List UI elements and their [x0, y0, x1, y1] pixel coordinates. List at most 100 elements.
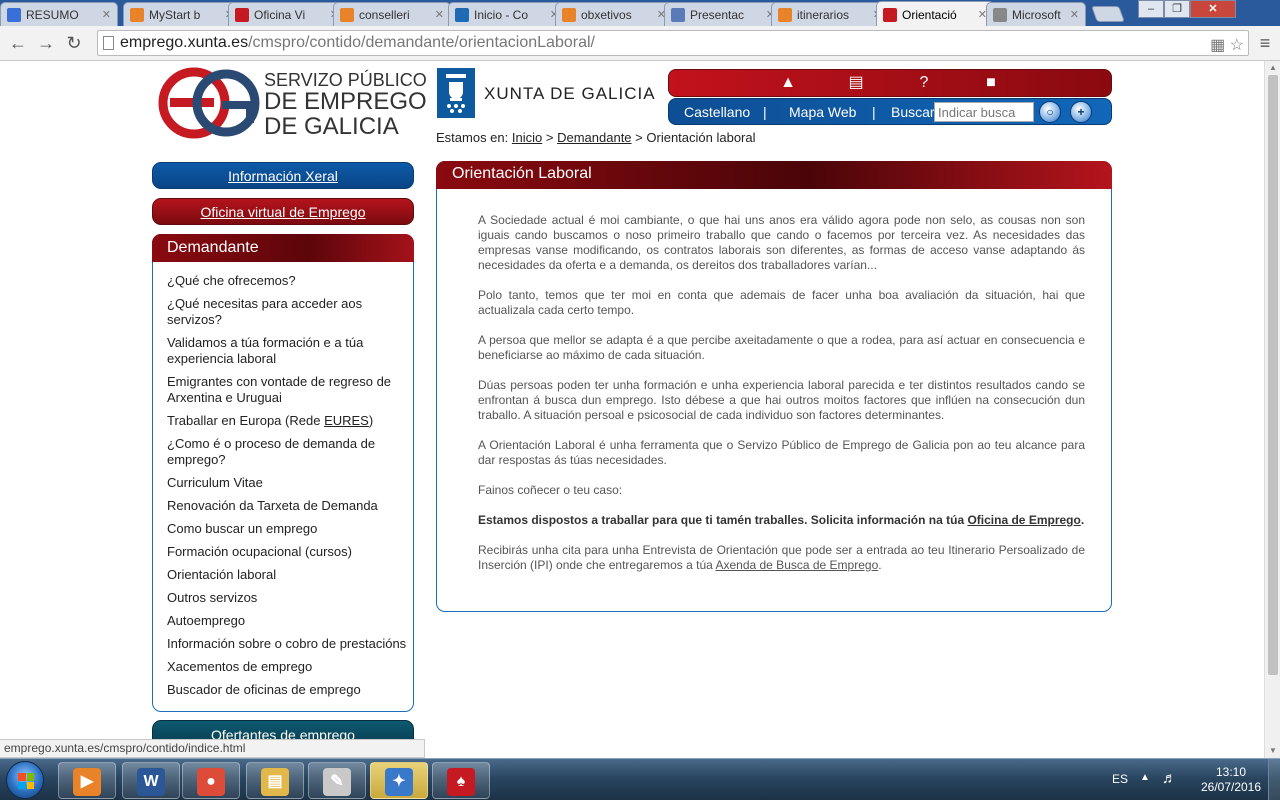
xunta-logo[interactable]: XUNTA DE GALICIA [437, 68, 655, 120]
speg-logo[interactable]: SERVIZO PÚBLICO DE EMPREGO DE GALICIA [158, 67, 427, 139]
bookmark-star-icon[interactable]: ☆ [1230, 37, 1244, 54]
advanced-search-icon[interactable]: + [1070, 101, 1092, 123]
reload-icon[interactable]: ↻ [62, 31, 86, 55]
virtual-office-button[interactable]: Oficina virtual de Emprego [152, 198, 414, 225]
sidebar-item[interactable]: Formación ocupacional (cursos) [167, 544, 407, 560]
article-paragraph: A Sociedade actual é moi cambiante, o qu… [478, 213, 1085, 272]
search-input[interactable] [934, 102, 1034, 122]
sidebar-item-europe[interactable]: Traballar en Europa (Rede EURES) [167, 413, 407, 429]
taskbar-app-button[interactable]: ● [182, 762, 240, 799]
restore-window-icon[interactable]: ❐ [1164, 0, 1190, 18]
sidebar-item[interactable]: Orientación laboral [167, 567, 407, 583]
general-info-button[interactable]: Información Xeral [152, 162, 414, 189]
sidebar-item[interactable]: Renovación da Tarxeta de Demanda [167, 498, 407, 514]
shopping-cart-icon[interactable]: ▤ [845, 73, 867, 93]
browser-tab[interactable]: obxetivos ✕ [555, 2, 673, 26]
minimize-window-icon[interactable]: – [1138, 0, 1164, 18]
eures-link[interactable]: EURES [324, 413, 369, 428]
browser-tab[interactable]: itinerarios✕ [771, 2, 889, 26]
demandante-menu-title: Demandante [152, 234, 414, 262]
breadcrumb-current: Orientación laboral [646, 130, 756, 145]
job-search-agenda-link[interactable]: Axenda de Busca de Emprego [715, 558, 878, 572]
clock-time: 13:10 [1215, 765, 1247, 779]
logo-wordmark: SERVIZO PÚBLICO DE EMPREGO DE GALICIA [264, 71, 427, 139]
site-map-link[interactable]: Mapa Web [789, 104, 856, 120]
browser-tab[interactable]: MyStart b✕ [123, 2, 241, 26]
taskbar-app-button[interactable]: ✎ [308, 762, 366, 799]
volume-icon[interactable]: ♬ [1162, 770, 1177, 787]
start-button[interactable] [6, 761, 44, 799]
close-tab-icon[interactable]: ✕ [102, 8, 111, 21]
sidebar-item[interactable]: Emigrantes con vontade de regreso de Arx… [167, 374, 407, 406]
scrollbar-thumb[interactable] [1268, 75, 1278, 675]
sidebar-item[interactable]: Outros servizos [167, 590, 407, 606]
page-info-icon[interactable] [103, 36, 114, 50]
help-icon[interactable]: ? [913, 73, 935, 93]
scroll-down-icon[interactable]: ▼ [1265, 744, 1280, 758]
scroll-up-icon[interactable]: ▲ [1265, 61, 1280, 75]
sidebar-item[interactable]: Curriculum Vitae [167, 475, 407, 491]
logo-line-2: DE EMPREGO [264, 88, 427, 115]
taskbar-app-button[interactable]: ✦ [370, 762, 428, 799]
system-clock[interactable]: 13:10 26/07/2016 [1186, 765, 1276, 795]
taskbar-app-button[interactable]: ♠ [432, 762, 490, 799]
demandante-menu-box: Demandante ¿Qué che ofrecemos? ¿Qué nece… [152, 234, 414, 712]
breadcrumb-demandante-link[interactable]: Demandante [557, 130, 631, 145]
article-paragraph: Fainos coñecer o teu caso: [478, 483, 623, 497]
close-tab-icon[interactable]: ✕ [435, 8, 444, 21]
sidebar-item[interactable]: Autoemprego [167, 613, 407, 629]
taskbar-app-button[interactable]: ▤ [246, 762, 304, 799]
eg-icon [235, 7, 249, 22]
new-tab-button[interactable] [1091, 6, 1125, 22]
close-window-icon[interactable]: ✕ [1190, 0, 1236, 18]
pdf-reader-icon: ♠ [447, 768, 475, 796]
employment-office-link[interactable]: Oficina de Emprego [967, 513, 1080, 527]
sidebar-item[interactable]: Buscador de oficinas de emprego [167, 682, 407, 698]
sidebar-item[interactable]: Información sobre o cobro de prestacións [167, 636, 407, 652]
browser-tab[interactable]: Presentac✕ [664, 2, 782, 26]
article-paragraph: Dúas persoas poden ter unha formación e … [478, 378, 1085, 422]
input-language[interactable]: ES [1112, 772, 1128, 786]
browser-tab[interactable]: Orientació ✕ [876, 1, 994, 27]
file-explorer-icon: ▤ [261, 768, 289, 796]
browser-tab[interactable]: RESUMO ✕ [0, 2, 118, 26]
browser-menu-icon[interactable]: ≡ [1256, 32, 1274, 54]
sidebar-item-label: Traballar en Europa (Rede [167, 413, 325, 428]
forward-icon[interactable]: → [34, 31, 58, 55]
sidebar-item[interactable]: Validamos a túa formación e a túa experi… [167, 335, 407, 367]
browser-tab[interactable]: Inicio - Co✕ [448, 2, 566, 26]
lock-icon[interactable]: ■ [980, 73, 1002, 93]
virtual-office-label: Oficina virtual de Emprego [200, 204, 366, 220]
article-callout: Estamos dispostos a traballar para que t… [478, 513, 1085, 528]
general-info-label: Información Xeral [228, 168, 338, 184]
browser-tab[interactable]: Microsoft ✕ [986, 2, 1086, 26]
sidebar-item[interactable]: ¿Qué necesitas para acceder aos servizos… [167, 296, 407, 328]
browser-tab[interactable]: conselleri ✕ [333, 2, 451, 26]
taskbar-app-button[interactable]: W [122, 762, 180, 799]
search-icon [130, 7, 144, 22]
graduation-cap-icon[interactable]: ▲ [777, 73, 799, 93]
translate-icon[interactable]: ▦ [1210, 37, 1225, 54]
tab-title: Microsoft [1012, 7, 1061, 22]
show-hidden-icons-icon[interactable]: ▲ [1140, 772, 1150, 783]
close-tab-icon[interactable]: ✕ [1070, 8, 1079, 21]
browser-tab[interactable]: Oficina Vi✕ [228, 2, 346, 26]
search-icon[interactable]: ○ [1039, 101, 1061, 123]
language-link[interactable]: Castellano [684, 104, 750, 120]
taskbar-app-button[interactable]: ▶ [58, 762, 116, 799]
sidebar-item[interactable]: ¿Como é o proceso de demanda de emprego? [167, 436, 407, 468]
sidebar-item[interactable]: Como buscar un emprego [167, 521, 407, 537]
sidebar-item[interactable]: Xacementos de emprego [167, 659, 407, 675]
back-icon[interactable]: ← [6, 31, 30, 55]
eg-icon [883, 7, 897, 22]
breadcrumb-separator: > [545, 130, 554, 145]
vertical-scrollbar[interactable]: ▲ ▼ [1264, 61, 1280, 758]
top-nav-bar: Castellano | Mapa Web | Buscar ○ + [668, 98, 1112, 125]
show-desktop-button[interactable] [1268, 759, 1280, 800]
tab-title: conselleri [359, 7, 410, 22]
breadcrumb-separator: > [635, 130, 643, 145]
address-bar[interactable]: emprego.xunta.es/cmspro/contido/demandan… [97, 30, 1249, 56]
breadcrumb-home-link[interactable]: Inicio [512, 130, 542, 145]
tab-title: itinerarios [797, 7, 850, 22]
sidebar-item[interactable]: ¿Qué che ofrecemos? [167, 273, 407, 289]
